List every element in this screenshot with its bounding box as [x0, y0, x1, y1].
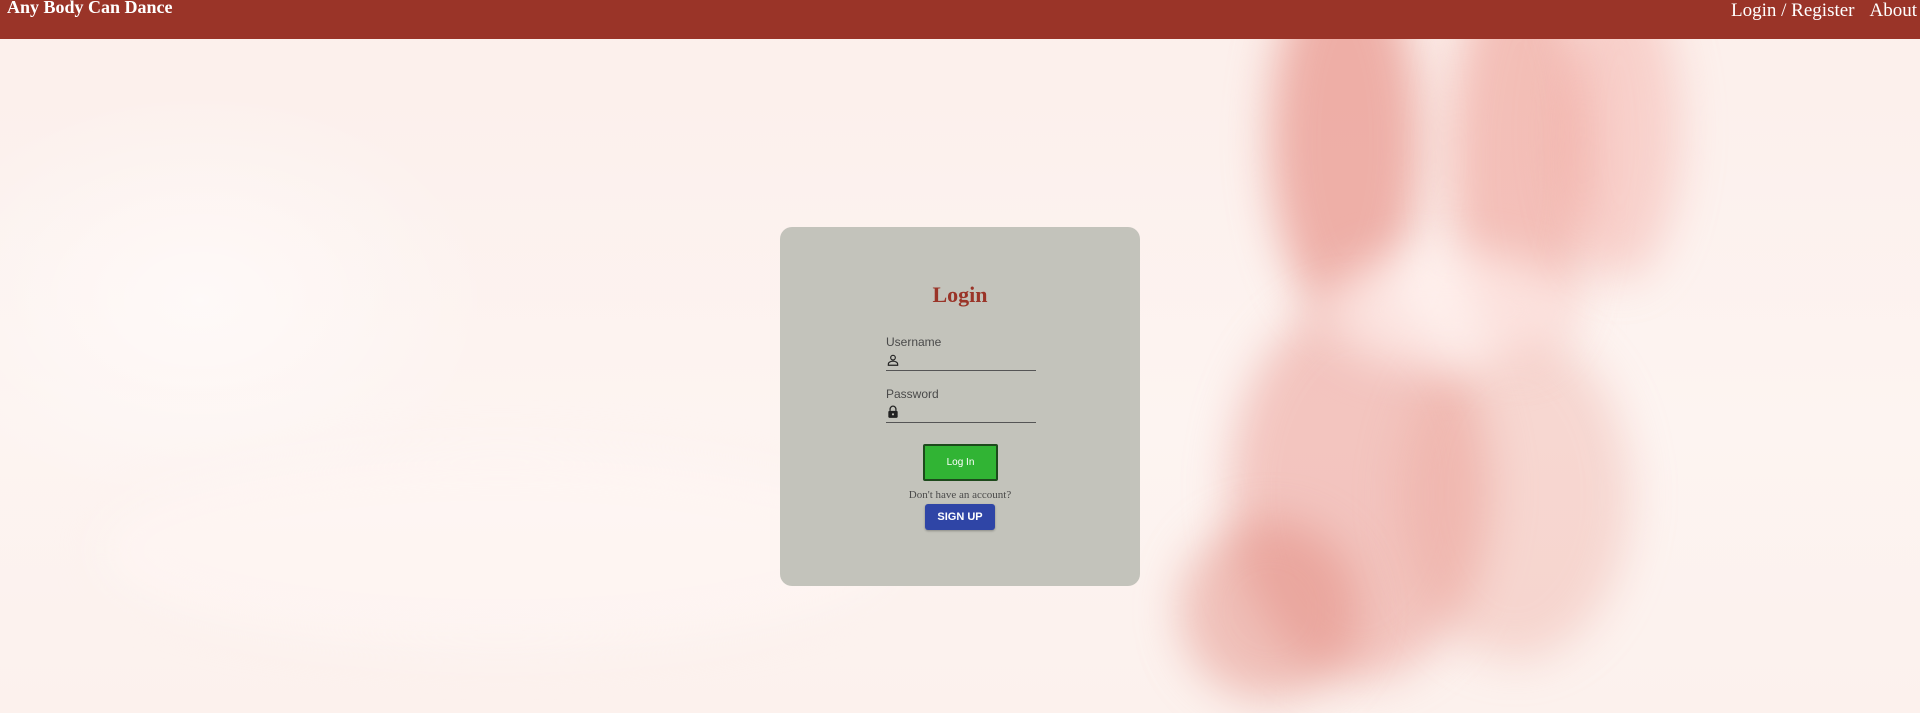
username-label: Username [886, 335, 942, 349]
signup-button[interactable]: SIGN UP [925, 504, 995, 530]
nav-link-about[interactable]: About [1870, 0, 1918, 22]
login-title: Login [932, 282, 988, 307]
username-field: Username [886, 334, 1078, 371]
nav-link-login-register[interactable]: Login / Register [1731, 0, 1854, 22]
nav-links: Login / Register About [1731, 0, 1917, 22]
login-card: Login Username Password Log In Don't hav… [780, 227, 1140, 586]
password-row [886, 402, 1078, 423]
no-account-text: Don't have an account? [908, 489, 1012, 501]
username-row [886, 350, 1078, 371]
lock-icon [886, 403, 900, 421]
login-button[interactable]: Log In [923, 444, 998, 481]
person-icon [886, 351, 900, 369]
password-label: Password [886, 387, 939, 401]
password-field: Password [886, 386, 1078, 423]
username-input[interactable] [902, 351, 1078, 369]
brand-title[interactable]: Any Body Can Dance [7, 0, 173, 17]
top-navbar: Any Body Can Dance Login / Register Abou… [0, 0, 1920, 39]
password-input[interactable] [902, 403, 1078, 421]
